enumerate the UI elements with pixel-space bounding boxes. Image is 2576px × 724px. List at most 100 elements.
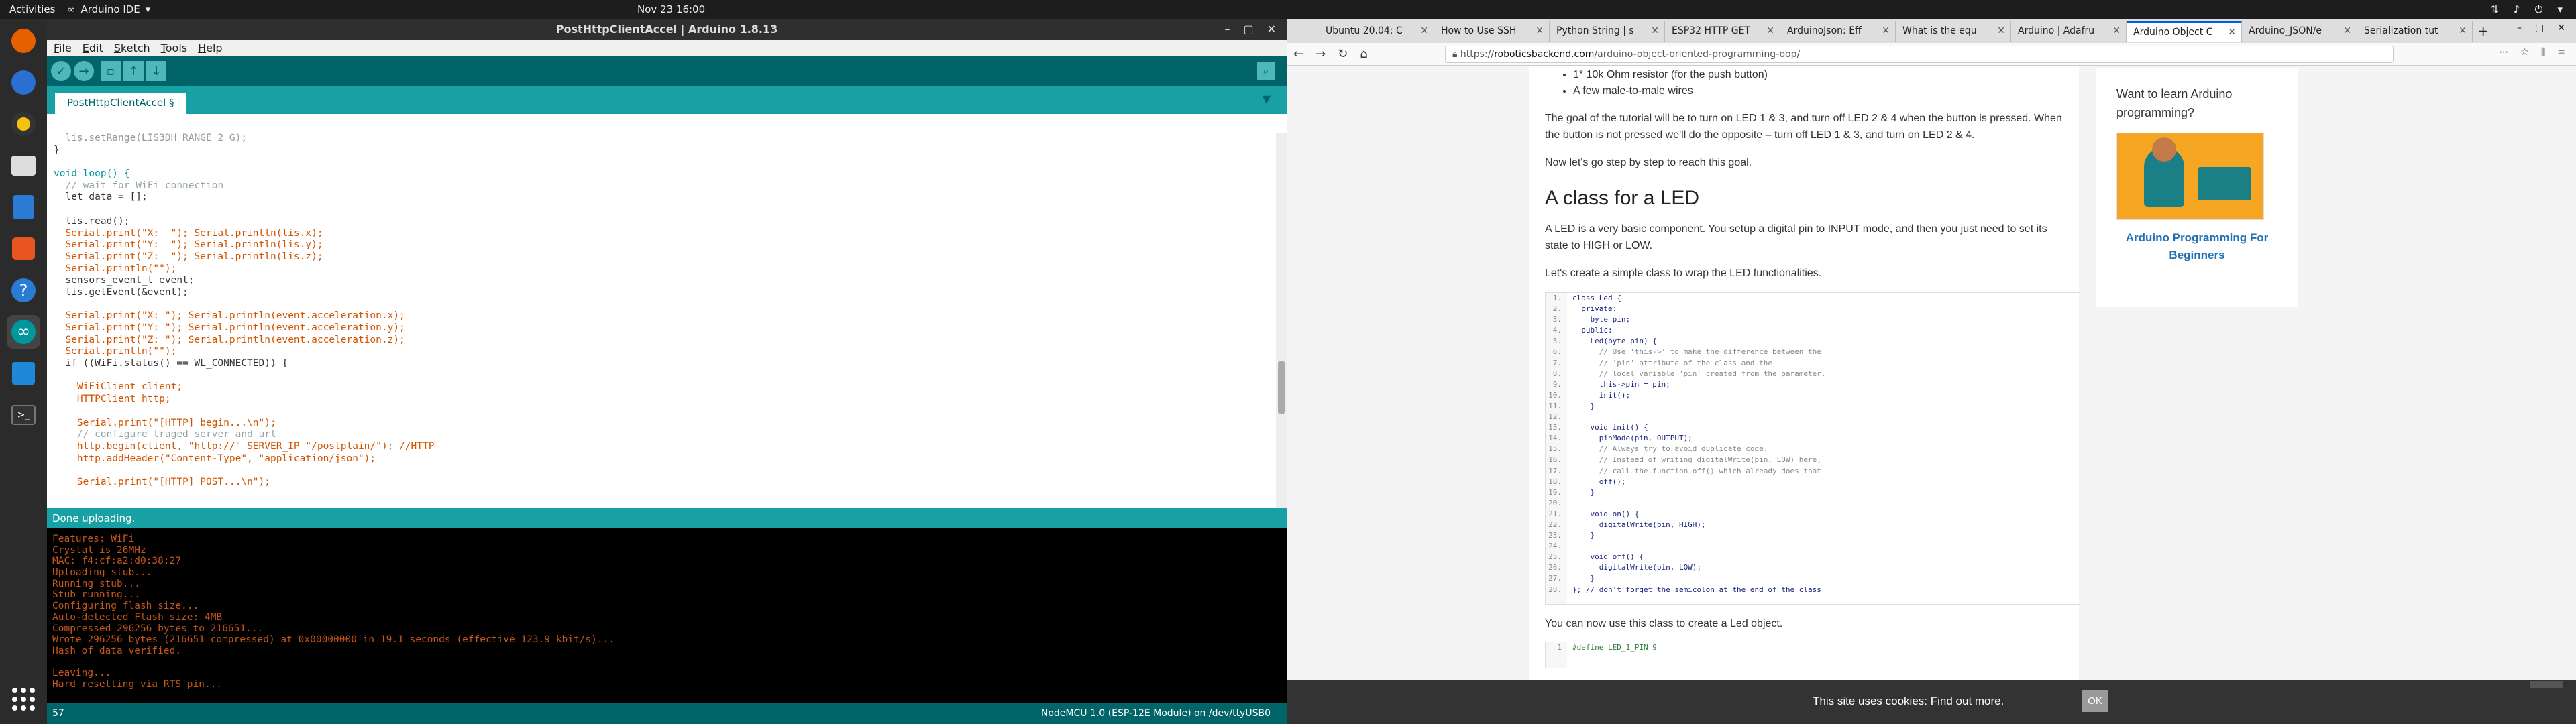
code-line[interactable]: Serial.print("Y: "); Serial.println(even…	[54, 322, 1287, 335]
code-line[interactable]: void loop() {	[54, 168, 1287, 180]
browser-tab[interactable]: Ubuntu 20.04: C ✕	[1319, 21, 1434, 42]
save-button[interactable]: ↓	[146, 61, 166, 81]
thunderbird-icon[interactable]	[7, 66, 40, 99]
cookie-ok-button[interactable]: OK	[2082, 690, 2108, 712]
more-icon[interactable]: ⋯	[2499, 47, 2508, 58]
code-line[interactable]	[54, 299, 1287, 311]
browser-tab[interactable]: Arduino | Adafru ✕	[2011, 21, 2127, 42]
close-icon[interactable]: ✕	[2557, 23, 2565, 34]
app-menu[interactable]: ∞ Arduino IDE ▾	[67, 3, 150, 15]
tab-sketch[interactable]: PostHttpClientAccel §	[55, 93, 186, 114]
firefox-icon[interactable]	[7, 24, 40, 58]
browser-tab[interactable]: How to Use SSH ✕	[1434, 21, 1550, 42]
code-line[interactable]: sensors_event_t event;	[54, 275, 1287, 287]
code-line[interactable]: Serial.print("X: "); Serial.println(lis.…	[54, 228, 1287, 240]
reload-icon[interactable]: ↻	[1338, 47, 1348, 61]
code-line[interactable]	[54, 465, 1287, 477]
close-tab-icon[interactable]: ✕	[2228, 27, 2236, 38]
code-line[interactable]: lis.getEvent(&event);	[54, 287, 1287, 299]
close-icon[interactable]: ✕	[1267, 19, 1276, 40]
browser-tab[interactable]: What is the equ ✕	[1896, 21, 2011, 42]
new-button[interactable]: ▫	[101, 61, 121, 81]
browser-tab[interactable]: Arduino Object C ✕	[2127, 21, 2242, 42]
home-icon[interactable]: ⌂	[1360, 47, 1367, 61]
close-tab-icon[interactable]: ✕	[1536, 25, 1544, 36]
cookie-text[interactable]: This site uses cookies: Find out more.	[1813, 695, 2004, 708]
close-tab-icon[interactable]: ✕	[2343, 25, 2351, 36]
code-block[interactable]: 1. 2. 3. 4. 5. 6. 7. 8. 9. 10. 11. 12. 1…	[1545, 292, 2080, 605]
arduino-icon[interactable]: ∞	[7, 315, 40, 349]
browser-tab[interactable]: Arduino_JSON/e ✕	[2242, 21, 2357, 42]
browser-tab[interactable]: ArduinoJson: Eff ✕	[1780, 21, 1896, 42]
code-line[interactable]: http.addHeader("Content-Type", "applicat…	[54, 453, 1287, 465]
maximize-icon[interactable]: ▢	[1243, 19, 1253, 40]
code-line[interactable]: HTTPClient http;	[54, 394, 1287, 406]
show-apps-icon[interactable]	[12, 688, 35, 711]
close-tab-icon[interactable]: ✕	[2459, 25, 2467, 36]
vscode-icon[interactable]	[7, 357, 40, 390]
web-page[interactable]: 1* 10k Ohm resistor (for the push button…	[1287, 66, 2576, 724]
code-line[interactable]: if ((WiFi.status() == WL_CONNECTED)) {	[54, 358, 1287, 370]
code-line[interactable]: Serial.print("[HTTP] begin...\n");	[54, 418, 1287, 430]
upload-button[interactable]: →	[74, 61, 94, 81]
menu-edit[interactable]: Edit	[83, 40, 103, 56]
editor-scrollbar[interactable]	[1276, 133, 1287, 508]
close-tab-icon[interactable]: ✕	[1997, 25, 2005, 36]
maximize-icon[interactable]: ▢	[2535, 23, 2544, 34]
new-tab-button[interactable]: +	[2477, 23, 2489, 39]
course-link[interactable]: Arduino Programming For Beginners	[2116, 229, 2277, 264]
software-icon[interactable]	[7, 232, 40, 265]
code-line[interactable]: Serial.print("X: "); Serial.println(even…	[54, 310, 1287, 322]
course-image[interactable]	[2116, 133, 2264, 220]
code-editor[interactable]: lis.setRange(LIS3DH_RANGE_2_G);} void loo…	[47, 133, 1287, 508]
code-line[interactable]: // configure traged server and url	[54, 429, 1287, 441]
close-tab-icon[interactable]: ✕	[1882, 25, 1890, 36]
code-line[interactable]	[54, 370, 1287, 382]
code-line[interactable]: Serial.println("");	[54, 263, 1287, 276]
code-line[interactable]: let data = [];	[54, 192, 1287, 204]
code-line[interactable]	[54, 204, 1287, 216]
scrollbar-thumb[interactable]	[1278, 361, 1285, 414]
code-line[interactable]: http.begin(client, "http://" SERVER_IP "…	[54, 441, 1287, 453]
back-icon[interactable]: ←	[1293, 47, 1303, 61]
minimize-icon[interactable]: –	[1224, 19, 1230, 40]
menu-icon[interactable]: ≡	[2557, 47, 2565, 58]
code-line[interactable]: Serial.print("Y: "); Serial.println(lis.…	[54, 239, 1287, 251]
minimize-icon[interactable]: –	[2517, 23, 2522, 34]
scroll-to-top-button[interactable]	[2530, 681, 2563, 688]
library-icon[interactable]: ⫼	[2541, 47, 2545, 58]
activities-button[interactable]: Activities	[9, 3, 55, 15]
code-line[interactable]: Serial.println("");	[54, 346, 1287, 358]
close-tab-icon[interactable]: ✕	[1651, 25, 1659, 36]
menu-file[interactable]: File	[54, 40, 72, 56]
verify-button[interactable]: ✓	[51, 61, 71, 81]
menu-tools[interactable]: Tools	[161, 40, 187, 56]
open-button[interactable]: ↑	[123, 61, 144, 81]
serial-monitor-button[interactable]: ⌕	[1257, 62, 1275, 80]
code-line[interactable]: // wait for WiFi connection	[54, 180, 1287, 192]
clock[interactable]: Nov 23 16:00	[637, 3, 705, 15]
code-block[interactable]: 1 #define LED_1_PIN 9	[1545, 642, 2080, 668]
forward-icon[interactable]: →	[1316, 47, 1326, 61]
bookmark-star-icon[interactable]: ☆	[2520, 47, 2529, 58]
writer-icon[interactable]	[7, 190, 40, 224]
code-line[interactable]: }	[54, 145, 1287, 157]
code-line[interactable]: Serial.print("Z: "); Serial.println(even…	[54, 335, 1287, 347]
files-icon[interactable]	[7, 149, 40, 182]
code-line[interactable]: lis.read();	[54, 216, 1287, 228]
code-line[interactable]	[54, 156, 1287, 168]
system-tray[interactable]: ⇅ ♪ ⏻ ▾	[2490, 3, 2563, 15]
browser-tab[interactable]: Python String | s ✕	[1550, 21, 1665, 42]
menu-help[interactable]: Help	[198, 40, 222, 56]
tab-menu-icon[interactable]: ▼	[1263, 93, 1271, 105]
browser-tab[interactable]: Serialization tut ✕	[2357, 21, 2473, 42]
console-output[interactable]: Features: WiFi Crystal is 26MHz MAC: f4:cf…	[47, 528, 1287, 703]
code-line[interactable]	[54, 406, 1287, 418]
code-line[interactable]: Serial.print("Z: "); Serial.println(lis.…	[54, 251, 1287, 263]
help-icon[interactable]: ?	[7, 274, 40, 307]
close-tab-icon[interactable]: ✕	[2112, 25, 2121, 36]
code-line[interactable]: WiFiClient client;	[54, 381, 1287, 394]
code-line[interactable]: Serial.print("[HTTP] POST...\n");	[54, 477, 1287, 489]
code-line[interactable]: lis.setRange(LIS3DH_RANGE_2_G);	[54, 133, 1287, 145]
rhythmbox-icon[interactable]	[7, 107, 40, 141]
